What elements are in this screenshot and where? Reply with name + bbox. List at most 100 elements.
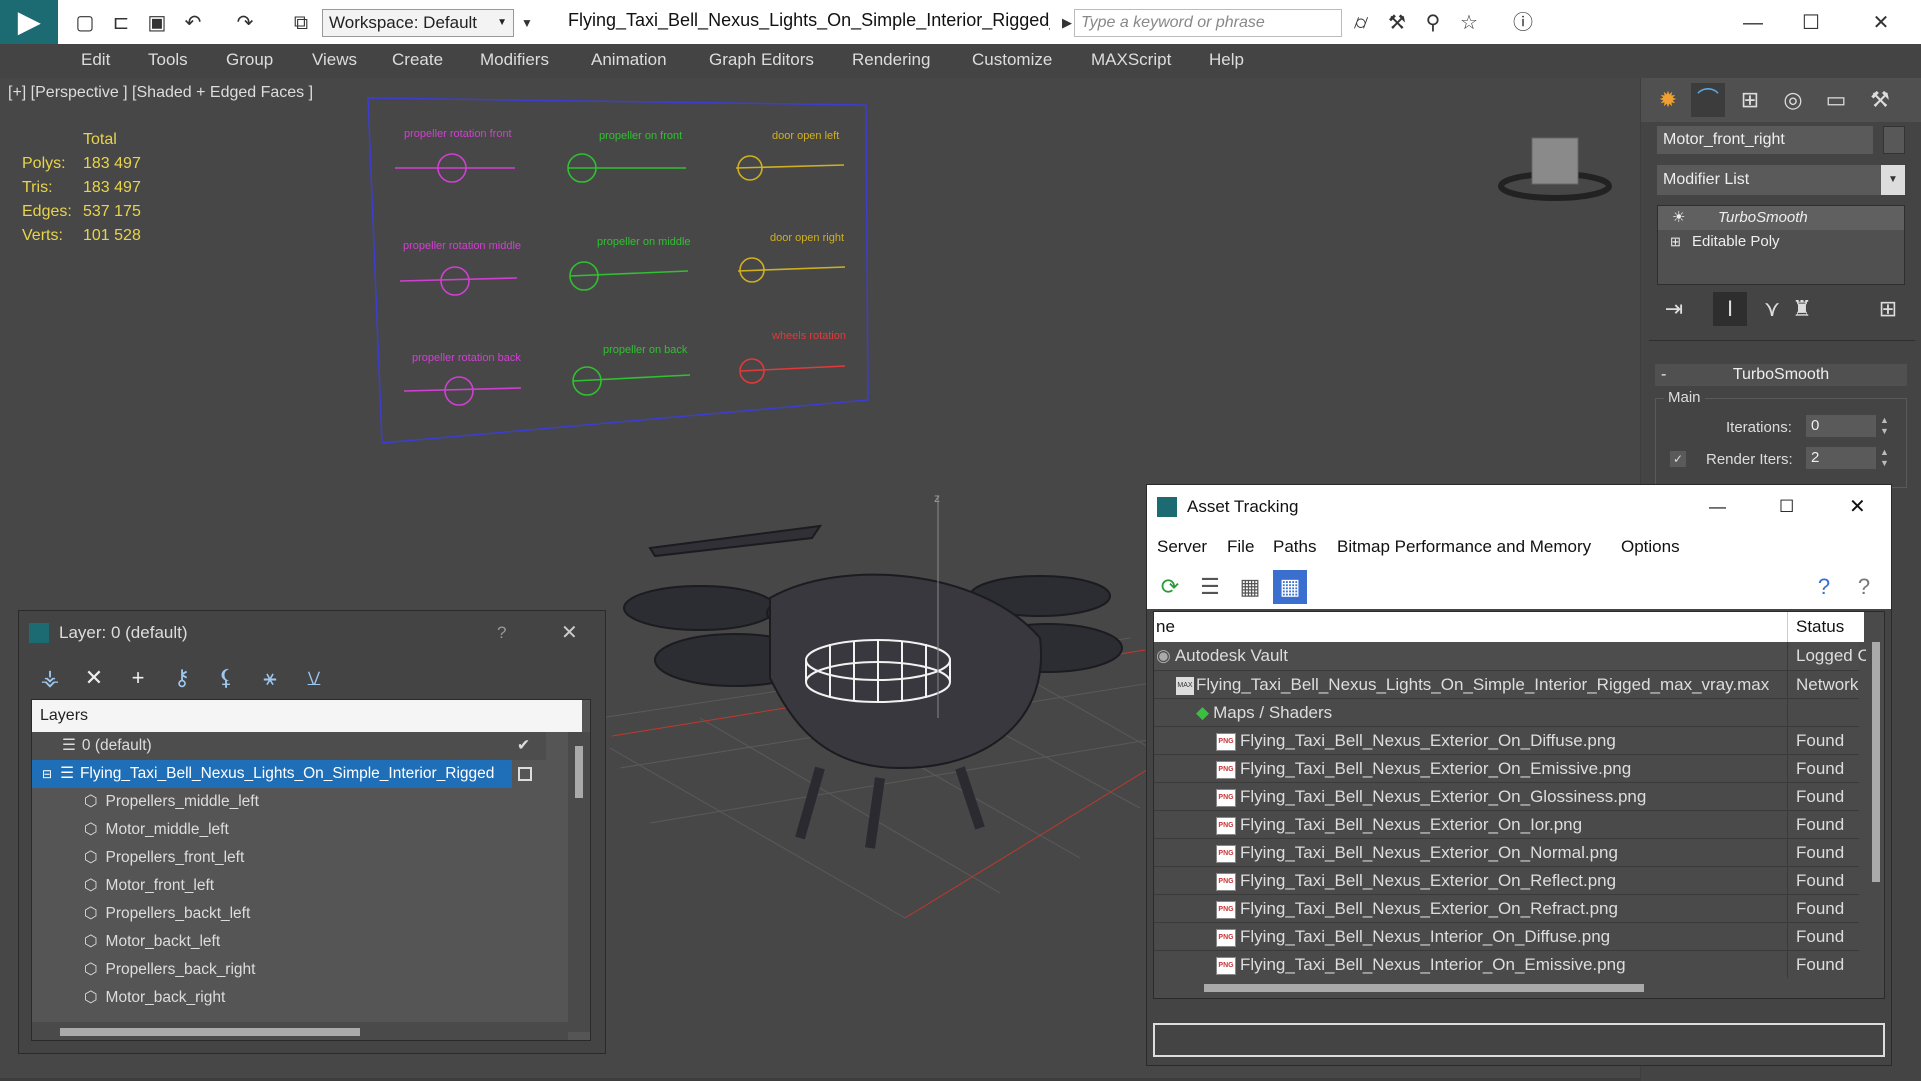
- help-button[interactable]: ?: [497, 611, 506, 655]
- asset-window-titlebar[interactable]: Asset Tracking — ☐ ✕: [1147, 485, 1891, 529]
- slider-knob[interactable]: [440, 266, 470, 296]
- pin-stack-icon[interactable]: ⇥: [1657, 292, 1691, 326]
- layer-object-row[interactable]: ⬡ Motor_backt_left: [32, 928, 220, 956]
- workspace-menu-icon[interactable]: ▼: [514, 10, 540, 36]
- column-name[interactable]: ne: [1156, 612, 1175, 642]
- configure-sets-icon[interactable]: ⊞: [1871, 292, 1905, 326]
- asset-row-png[interactable]: PNG Flying_Taxi_Bell_Nexus_Interior_On_Di…: [1154, 922, 1859, 951]
- new-file-icon[interactable]: ▢: [72, 10, 98, 36]
- thumbnail-view-icon[interactable]: ▦: [1233, 570, 1267, 604]
- save-icon[interactable]: ▣: [144, 10, 170, 36]
- asset-row-png[interactable]: PNG Flying_Taxi_Bell_Nexus_Interior_On_Em…: [1154, 950, 1859, 979]
- lightbulb-icon[interactable]: ☀: [1672, 206, 1685, 230]
- rollout-turbosmooth[interactable]: - TurboSmooth: [1655, 364, 1907, 386]
- layer-object-row[interactable]: ⬡ Motor_front_left: [32, 872, 214, 900]
- star-icon[interactable]: ☆: [1456, 10, 1482, 36]
- redo-icon[interactable]: ↷: [232, 10, 258, 36]
- remove-modifier-icon[interactable]: ♜: [1785, 292, 1819, 326]
- asset-row-png[interactable]: PNG Flying_Taxi_Bell_Nexus_Exterior_On_Re…: [1154, 866, 1859, 895]
- help-online-icon[interactable]: ?: [1807, 570, 1841, 604]
- layer-object-row[interactable]: ⬡ Motor_back_right: [32, 984, 225, 1012]
- horizontal-scrollbar[interactable]: [32, 1022, 568, 1040]
- menu-edit[interactable]: Edit: [81, 50, 110, 70]
- asset-menu-server[interactable]: Server: [1157, 537, 1207, 557]
- utilities-tab-icon[interactable]: ⚒: [1863, 83, 1897, 117]
- render-iters-checkbox[interactable]: ✓: [1670, 451, 1686, 467]
- layer-row-selected[interactable]: ⊟ ☰ Flying_Taxi_Bell_Nexus_Lights_On_Simpl…: [32, 760, 512, 788]
- viewcube-icon[interactable]: [1498, 137, 1612, 201]
- menu-views[interactable]: Views: [312, 50, 357, 70]
- collapse-icon[interactable]: ⊟: [42, 767, 52, 781]
- asset-row-png[interactable]: PNG Flying_Taxi_Bell_Nexus_Exterior_On_Re…: [1154, 894, 1859, 923]
- menu-modifiers[interactable]: Modifiers: [480, 50, 549, 70]
- object-color-swatch[interactable]: [1883, 126, 1905, 154]
- help-icon[interactable]: ⓘ: [1510, 10, 1536, 36]
- modify-tab-icon[interactable]: ⌒: [1691, 83, 1725, 117]
- menu-rendering[interactable]: Rendering: [852, 50, 930, 70]
- highlight-layer-icon[interactable]: ⚸: [209, 661, 243, 695]
- layer-object-row[interactable]: ⬡ Propellers_front_left: [32, 844, 244, 872]
- delete-layer-icon[interactable]: ✕: [77, 661, 111, 695]
- search-input[interactable]: Type a keyword or phrase: [1074, 9, 1342, 37]
- asset-path-field[interactable]: [1153, 1023, 1885, 1057]
- layer-row-default[interactable]: ☰ 0 (default) ✔: [32, 732, 546, 760]
- layer-active-box-icon[interactable]: [518, 767, 532, 781]
- iterations-spinner[interactable]: 0: [1806, 415, 1876, 437]
- asset-row-maps[interactable]: ◆ Maps / Shaders: [1154, 698, 1859, 727]
- spinner-arrows-icon[interactable]: ▲ ▼: [1880, 447, 1889, 469]
- asset-row-max-file[interactable]: MAX Flying_Taxi_Bell_Nexus_Lights_On_Simp…: [1154, 670, 1859, 699]
- asset-row-png[interactable]: PNG Flying_Taxi_Bell_Nexus_Exterior_On_No…: [1154, 838, 1859, 867]
- scrollbar-thumb[interactable]: [1872, 642, 1880, 882]
- asset-menu-paths[interactable]: Paths: [1273, 537, 1316, 557]
- select-objects-icon[interactable]: ⚷: [165, 661, 199, 695]
- asset-menu-bitmap[interactable]: Bitmap Performance and Memory: [1337, 537, 1591, 557]
- scrollbar-thumb[interactable]: [575, 746, 583, 798]
- menu-tools[interactable]: Tools: [148, 50, 188, 70]
- asset-menu-file[interactable]: File: [1227, 537, 1254, 557]
- menu-create[interactable]: Create: [392, 50, 443, 70]
- asset-row-png[interactable]: PNG Flying_Taxi_Bell_Nexus_Exterior_On_Em…: [1154, 754, 1859, 783]
- asset-row-png[interactable]: PNG Flying_Taxi_Bell_Nexus_Exterior_On_Di…: [1154, 726, 1859, 755]
- asset-row-png[interactable]: PNG Flying_Taxi_Bell_Nexus_Exterior_On_Gl…: [1154, 782, 1859, 811]
- vertical-scrollbar[interactable]: [568, 732, 590, 1032]
- render-iters-spinner[interactable]: 2: [1806, 447, 1876, 469]
- layer-window-titlebar[interactable]: Layer: 0 (default) ? ✕: [19, 611, 605, 655]
- menu-animation[interactable]: Animation: [591, 50, 667, 70]
- stack-item-turbosmooth[interactable]: ☀ TurboSmooth: [1658, 206, 1904, 230]
- menu-group[interactable]: Group: [226, 50, 273, 70]
- flying-taxi-model[interactable]: [623, 524, 1123, 849]
- scrollbar-thumb[interactable]: [60, 1028, 360, 1036]
- minimize-icon[interactable]: —: [1709, 485, 1726, 529]
- app-logo[interactable]: ▶: [0, 0, 58, 44]
- minimize-icon[interactable]: —: [1740, 10, 1766, 36]
- maximize-icon[interactable]: ☐: [1798, 10, 1824, 36]
- layer-object-row[interactable]: ⬡ Propellers_middle_left: [32, 788, 259, 816]
- menu-graph-editors[interactable]: Graph Editors: [709, 50, 814, 70]
- asset-row-vault[interactable]: ◉ Autodesk Vault Logged C: [1154, 642, 1870, 670]
- help-offline-icon[interactable]: ?: [1847, 570, 1881, 604]
- asset-menu-options[interactable]: Options: [1621, 537, 1680, 557]
- create-layer-icon[interactable]: ⚶: [33, 661, 67, 695]
- show-end-result-icon[interactable]: I: [1713, 292, 1747, 326]
- project-icon[interactable]: ⧉: [288, 10, 314, 36]
- slider-knob[interactable]: [444, 376, 474, 406]
- maximize-icon[interactable]: ☐: [1779, 485, 1794, 529]
- list-view-icon[interactable]: ☰: [1193, 570, 1227, 604]
- modifier-list-dropdown[interactable]: Modifier List ▼: [1657, 165, 1905, 195]
- horizontal-scrollbar[interactable]: [1154, 978, 1866, 998]
- communication-icon[interactable]: ⚲: [1420, 10, 1446, 36]
- column-status[interactable]: Status: [1787, 612, 1844, 642]
- spinner-arrows-icon[interactable]: ▲ ▼: [1880, 415, 1889, 437]
- menu-help[interactable]: Help: [1209, 50, 1244, 70]
- motion-tab-icon[interactable]: ◎: [1776, 83, 1810, 117]
- layer-object-row[interactable]: ⬡ Propellers_back_right: [32, 956, 255, 984]
- display-tab-icon[interactable]: ▭: [1819, 83, 1853, 117]
- table-view-icon[interactable]: ▦: [1273, 570, 1307, 604]
- rig-control-panel[interactable]: [367, 97, 869, 444]
- wrench-icon[interactable]: ⚒: [1384, 10, 1410, 36]
- freeze-all-icon[interactable]: ⚺: [297, 661, 331, 695]
- close-icon[interactable]: ✕: [561, 611, 578, 655]
- menu-maxscript[interactable]: MAXScript: [1091, 50, 1171, 70]
- undo-icon[interactable]: ↶: [180, 10, 206, 36]
- refresh-icon[interactable]: ⟳: [1153, 570, 1187, 604]
